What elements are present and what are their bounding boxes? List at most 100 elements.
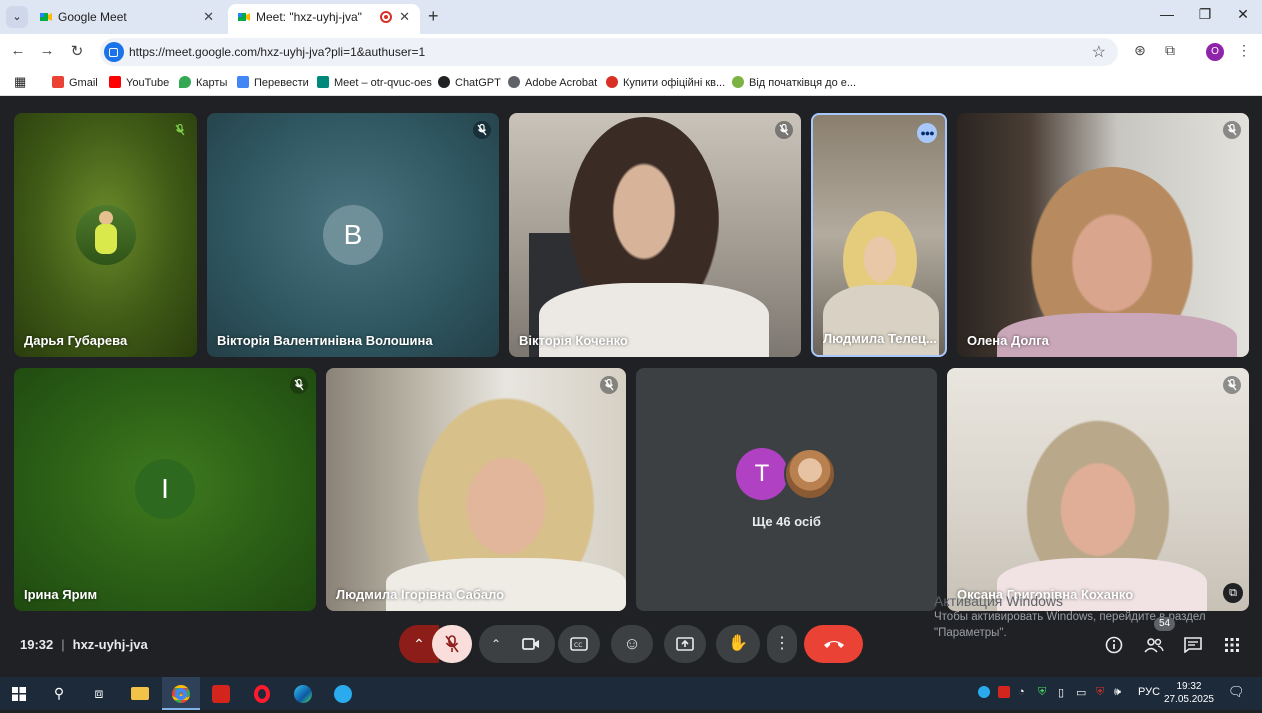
restore-icon[interactable]: ❐ (1190, 6, 1220, 23)
muted-mic-icon (171, 121, 189, 139)
bookmark-acrobat[interactable]: Adobe Acrobat (508, 76, 597, 89)
bookmark-label: YouTube (126, 77, 170, 89)
raise-hand-button[interactable]: ✋ (716, 625, 760, 663)
participant-photo-avatar (784, 448, 836, 500)
tab-google-meet[interactable]: Google Meet ✕ (30, 4, 224, 34)
back-icon[interactable]: ← (8, 42, 28, 59)
divider: | (61, 637, 65, 652)
muted-mic-icon (290, 376, 308, 394)
tray-battery-icon[interactable]: ▭ (1076, 686, 1086, 699)
bookmark-course[interactable]: Від початківця до е... (732, 76, 856, 89)
tray-network-icon[interactable]: ◔ (1018, 686, 1025, 698)
close-window-icon[interactable]: ✕ (1228, 6, 1258, 23)
tray-volume-icon[interactable]: 🕪 (1114, 686, 1121, 699)
microphone-off-button[interactable] (432, 625, 472, 663)
participant-tile[interactable]: I Ірина Ярим (14, 368, 316, 611)
site-info-icon[interactable] (104, 42, 124, 62)
ticket-icon (606, 76, 618, 88)
participant-tile[interactable]: Дарья Губарева (14, 113, 197, 357)
search-icon[interactable]: ⚲ (40, 677, 78, 710)
more-participants-label: Ще 46 осіб (752, 514, 821, 529)
system-date: 27.05.2025 (1163, 694, 1214, 705)
minimize-icon[interactable]: — (1152, 6, 1182, 22)
participant-video-tile[interactable]: ●●● Людмила Телец... (811, 113, 947, 357)
people-button[interactable] (1142, 633, 1166, 657)
chat-button[interactable] (1181, 633, 1205, 657)
participant-video-tile[interactable]: ⧉ Оксана Григорівна Коханко (947, 368, 1249, 611)
chat-icon (1184, 637, 1202, 654)
edge-icon[interactable] (284, 677, 322, 710)
participant-tile[interactable]: B Вікторія Валентинівна Волошина (207, 113, 499, 357)
bookmark-meet[interactable]: Meet – otr-qvuc-oes (317, 76, 432, 89)
present-screen-button[interactable] (664, 625, 706, 663)
profile-avatar[interactable]: O (1206, 43, 1224, 61)
gmail-icon (52, 76, 64, 88)
participant-video-tile[interactable]: Людмила Ігорівна Сабало (326, 368, 626, 611)
chrome-icon[interactable] (162, 677, 200, 710)
participant-video-tile[interactable]: Олена Долга (957, 113, 1249, 357)
hang-up-icon (823, 641, 844, 648)
course-icon (732, 76, 744, 88)
close-tab-icon[interactable]: ✕ (399, 4, 410, 30)
emoji-icon: ☺ (623, 634, 641, 653)
muted-mic-icon (473, 121, 491, 139)
forward-icon[interactable]: → (37, 42, 57, 59)
opera-icon[interactable] (243, 677, 281, 710)
tray-antivirus-icon[interactable]: ⛨ (1096, 686, 1104, 699)
bookmark-star-icon[interactable]: ☆ (1092, 42, 1106, 62)
participant-avatar: T (736, 448, 788, 500)
bookmark-youtube[interactable]: YouTube (109, 76, 169, 89)
tray-telegram-icon[interactable] (978, 686, 990, 701)
captions-button[interactable]: CC (558, 625, 600, 663)
reactions-button[interactable]: ☺ (611, 625, 653, 663)
bookmarks-bar: ▦ Gmail YouTube Карты Перевести Meet – o… (0, 70, 1262, 96)
browser-menu-icon[interactable]: ⋮ (1234, 42, 1254, 62)
extension-icon[interactable]: ⊛ (1130, 42, 1150, 62)
participant-avatar: B (323, 205, 383, 265)
reload-icon[interactable]: ↻ (67, 42, 87, 60)
address-bar[interactable]: https://meet.google.com/hxz-uyhj-jva?pli… (100, 38, 1118, 66)
meeting-details-button[interactable] (1102, 633, 1126, 657)
keyboard-language[interactable]: РУС (1138, 686, 1160, 698)
people-icon (1144, 638, 1164, 653)
leave-call-button[interactable] (804, 625, 863, 663)
extensions-puzzle-icon[interactable]: ⧉ (1160, 42, 1180, 62)
more-participants-tile[interactable]: T Ще 46 осіб (636, 368, 937, 611)
participant-avatar (76, 205, 136, 265)
acrobat-icon[interactable] (202, 677, 240, 710)
browser-toolbar: ← → ↻ https://meet.google.com/hxz-uyhj-j… (0, 34, 1262, 70)
participant-video-tile[interactable]: Вікторія Коченко (509, 113, 801, 357)
task-view-icon[interactable]: ⧈ (80, 677, 118, 710)
system-clock[interactable]: 19:32 27.05.2025 (1164, 680, 1214, 706)
camera-control[interactable]: ⌃ (479, 625, 555, 663)
bookmark-maps[interactable]: Карты (179, 76, 227, 89)
bookmark-chatgpt[interactable]: ChatGPT (438, 76, 501, 89)
bookmark-label: Adobe Acrobat (525, 77, 598, 89)
activities-button[interactable] (1220, 633, 1244, 657)
bookmark-translate[interactable]: Перевести (237, 76, 309, 89)
windows-start-icon[interactable] (0, 677, 38, 710)
picture-in-picture-icon[interactable]: ⧉ (1223, 583, 1243, 603)
more-options-button[interactable]: ⋮ (767, 625, 797, 663)
tab-search-button[interactable]: ⌄ (6, 6, 28, 28)
notifications-icon[interactable]: 🗨 (1228, 684, 1245, 700)
bookmark-tickets[interactable]: Купити офіційні кв... (606, 76, 725, 89)
file-explorer-icon[interactable] (121, 677, 159, 710)
new-tab-button[interactable]: + (428, 6, 439, 26)
captions-icon: CC (570, 637, 588, 651)
meeting-time: 19:32 (20, 637, 54, 652)
bookmark-label: Карты (196, 77, 228, 89)
bookmark-gmail[interactable]: Gmail (52, 76, 98, 89)
tray-shield-icon[interactable]: ⛨ (1038, 686, 1046, 699)
apps-grid-icon[interactable]: ▦ (14, 74, 26, 90)
close-tab-icon[interactable]: ✕ (203, 4, 214, 30)
meeting-info: 19:32 | hxz-uyhj-jva (20, 637, 148, 652)
tab-meet-call[interactable]: Meet: "hxz-uyhj-jva" ✕ (228, 4, 420, 34)
svg-text:CC: CC (574, 642, 582, 649)
video-options-chevron-icon[interactable]: ⌃ (491, 625, 501, 663)
tray-app-icon[interactable] (998, 686, 1010, 701)
chatgpt-icon (438, 76, 450, 88)
tray-usb-icon[interactable]: ▯ (1058, 686, 1064, 699)
participant-name: Людмила Телец... (823, 331, 937, 346)
telegram-icon[interactable] (324, 677, 362, 710)
